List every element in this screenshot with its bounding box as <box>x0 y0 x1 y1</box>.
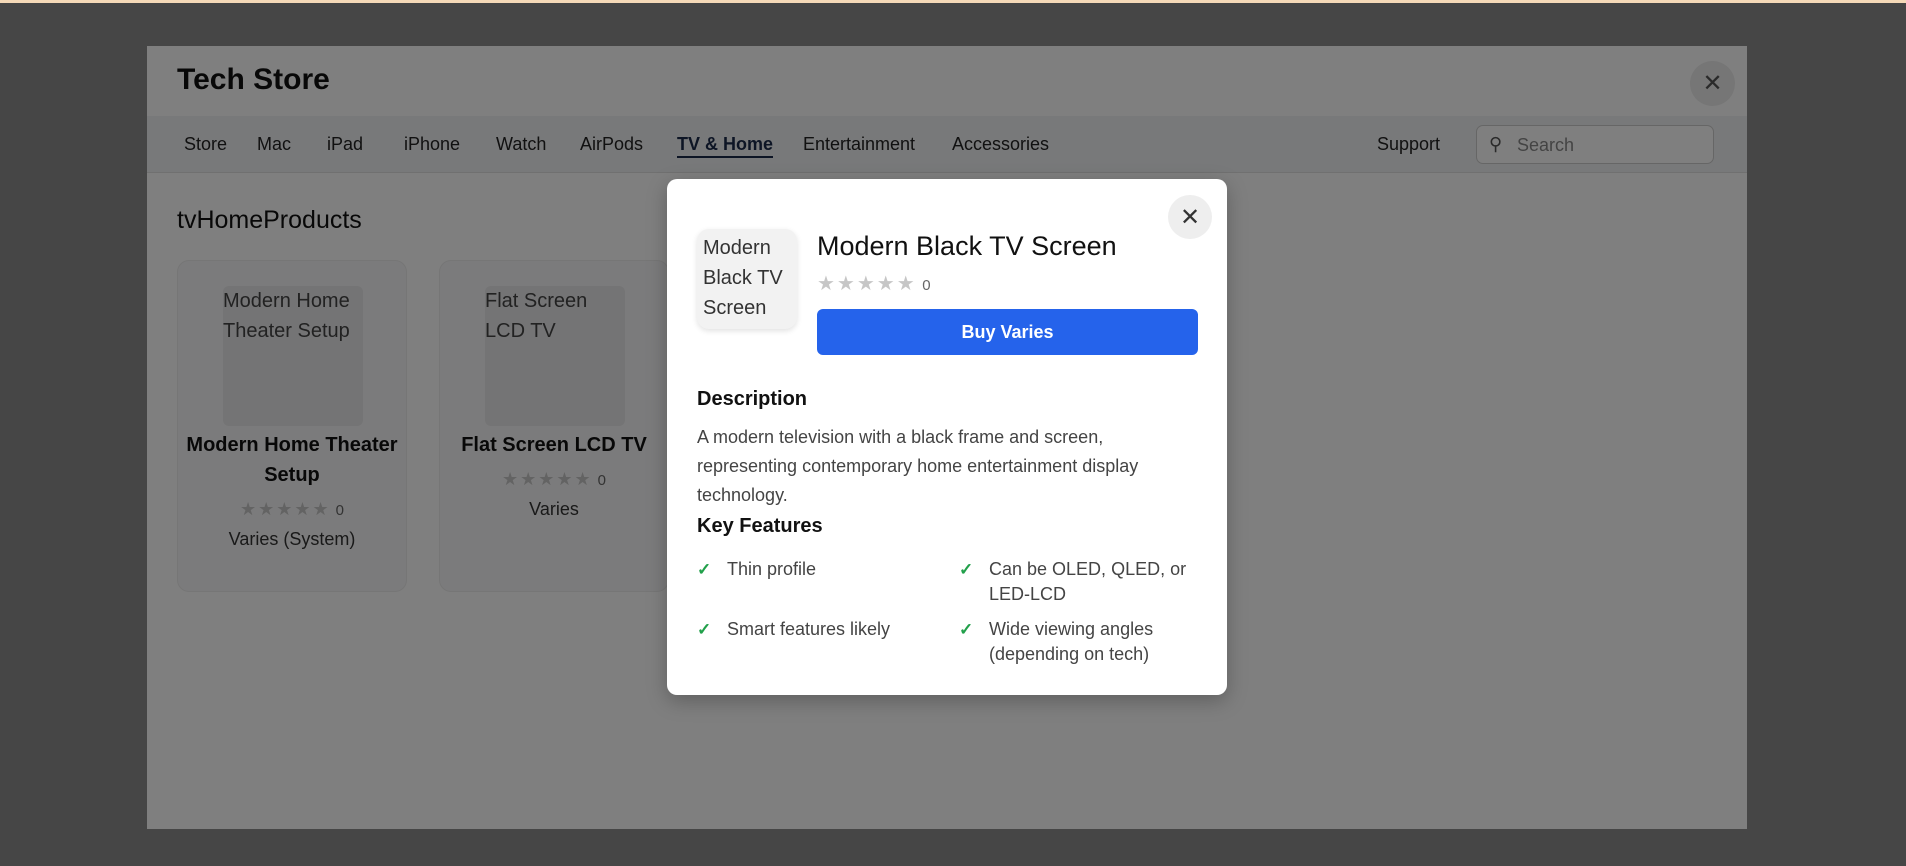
description-heading: Description <box>697 388 808 410</box>
check-icon: ✓ <box>697 560 712 579</box>
feature-item: ✓ Smart features likely <box>697 617 927 642</box>
product-image: Modern Black TV Screen <box>697 229 797 329</box>
modal-title: Modern Black TV Screen <box>817 231 1117 261</box>
feature-text: Wide viewing angles (depending on tech) <box>989 619 1154 664</box>
rating-count: 0 <box>922 277 931 294</box>
close-icon: ✕ <box>1179 203 1201 231</box>
feature-item: ✓ Wide viewing angles (depending on tech… <box>959 617 1189 667</box>
check-icon: ✓ <box>959 560 974 579</box>
check-icon: ✓ <box>697 620 712 639</box>
description-text: A modern television with a black frame a… <box>697 427 1139 505</box>
check-icon: ✓ <box>959 620 974 639</box>
top-strip <box>0 0 1906 3</box>
feature-text: Can be OLED, QLED, or LED-LCD <box>989 559 1187 604</box>
feature-item: ✓ Thin profile <box>697 557 927 582</box>
modal-close-button[interactable]: ✕ <box>1168 195 1212 239</box>
buy-button[interactable]: Buy Varies <box>817 309 1198 355</box>
feature-text: Smart features likely <box>727 619 891 639</box>
feature-item: ✓ Can be OLED, QLED, or LED-LCD <box>959 557 1189 607</box>
product-rating: ★★★★★ 0 <box>817 271 931 296</box>
star-rating-icons: ★★★★★ <box>817 273 917 295</box>
features-heading: Key Features <box>697 515 823 537</box>
product-modal: ✕ Modern Black TV Screen Modern Black TV… <box>667 179 1227 695</box>
feature-text: Thin profile <box>727 559 817 579</box>
